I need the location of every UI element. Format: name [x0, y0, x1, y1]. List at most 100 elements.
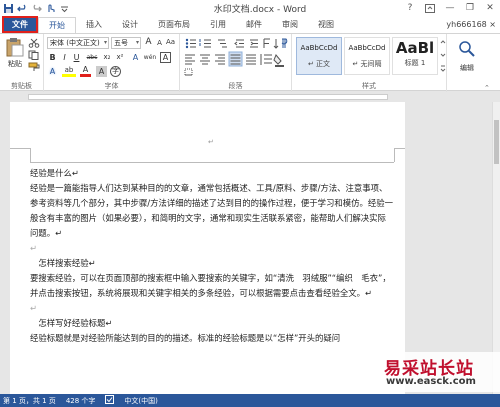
styles-group-label: 样式 [362, 82, 376, 90]
superscript-button[interactable]: x² [114, 52, 126, 63]
format-painter-icon[interactable] [28, 62, 40, 72]
doc-para-search: 要搜索经验，可以在页面顶部的搜索框中输入要搜索的关键字，如“清洗 羽绒服”“编织… [30, 273, 391, 298]
horizontal-ruler[interactable] [0, 92, 500, 102]
document-page[interactable]: ↵ 经验是什么↵ 经验是一篇能指导人们达到某种目的的文章，通常包括概述、工具/原… [10, 102, 405, 394]
paragraph-borders-icon[interactable] [184, 68, 193, 76]
ribbon-tabs: 文件 开始 插入 设计 页面布局 引用 邮件 审阅 视图 yh666168 × [0, 16, 500, 33]
tab-references[interactable]: 引用 [200, 17, 236, 33]
font-group: 宋体 (中文正文) ▾ 五号 ▾ A A Aa B I U abc x₂ x² A … [44, 34, 180, 92]
bullets-icon[interactable] [185, 38, 196, 49]
sort-icon[interactable] [273, 39, 279, 49]
style-no-spacing[interactable]: AaBbCcDd ↵ 无间隔 [344, 37, 390, 75]
shrink-font-button[interactable]: A [154, 38, 165, 49]
window-title: 水印文档.docx - Word [213, 4, 307, 15]
help-button[interactable]: ? [400, 0, 420, 16]
align-center-icon[interactable] [200, 54, 210, 65]
close-button[interactable]: ✕ [480, 0, 500, 16]
copy-icon[interactable] [28, 50, 40, 60]
underline-button[interactable]: U [71, 52, 82, 63]
tab-file[interactable]: 文件 [2, 16, 38, 33]
character-shading-button[interactable]: A [96, 66, 107, 77]
paragraph-tools [184, 38, 288, 76]
styles-scroll[interactable] [440, 38, 446, 74]
tab-design[interactable]: 设计 [112, 17, 148, 33]
increase-indent-icon[interactable] [250, 39, 258, 48]
show-marks-icon[interactable] [281, 38, 288, 48]
tab-mailings[interactable]: 邮件 [236, 17, 272, 33]
line-spacing-icon[interactable] [260, 54, 272, 65]
scrollbar-thumb[interactable] [494, 120, 499, 164]
clipboard-group: 粘贴 剪贴板 [0, 34, 44, 92]
watermark-url: www.easck.com [386, 376, 476, 387]
redo-icon[interactable] [31, 3, 42, 14]
user-account[interactable]: yh666168 × [446, 17, 500, 33]
chevron-down-icon: ▾ [103, 39, 107, 46]
strikethrough-button[interactable]: abc [85, 52, 99, 63]
customize-icon[interactable] [59, 3, 70, 14]
decrease-indent-icon[interactable] [234, 39, 244, 48]
italic-button[interactable]: I [59, 52, 70, 63]
style-heading-1[interactable]: AaBl 标题 1 [392, 37, 438, 75]
doc-para-title: 经验标题就是对经验所能达到的目的的描述。标准的经验标题是以“怎样”开头的疑问 [30, 333, 341, 343]
character-border-button[interactable]: A [160, 52, 171, 63]
doc-empty-line: ↵ [30, 303, 38, 313]
enclose-characters-button[interactable]: 字 [110, 66, 121, 77]
grow-font-button[interactable]: A [143, 37, 154, 48]
minimize-button[interactable]: — [440, 0, 460, 16]
page-count[interactable]: 第 1 页，共 1 页 [3, 396, 56, 406]
multilevel-list-icon[interactable] [218, 39, 227, 48]
site-watermark: 易采站长站 www.easck.com [378, 352, 500, 392]
find-icon [459, 41, 475, 57]
word-count[interactable]: 428 个字 [66, 396, 96, 406]
tab-home[interactable]: 开始 [38, 17, 76, 33]
clipboard-group-label: 剪贴板 [11, 82, 32, 90]
ribbon: 粘贴 剪贴板 宋体 (中文正文) ▾ 五号 ▾ A A Aa B I U abc x… [0, 33, 500, 92]
collapse-ribbon-icon[interactable]: ⌃ [484, 84, 490, 92]
clear-formatting-button[interactable]: A [130, 52, 141, 63]
paragraph-group-label: 段落 [228, 82, 243, 90]
doc-heading-search: 怎样搜索经验↵ [30, 258, 96, 268]
undo-icon[interactable] [17, 3, 28, 14]
doc-empty-line: ↵ [30, 243, 38, 253]
paste-button[interactable]: 粘贴 [4, 37, 26, 71]
touch-icon[interactable] [45, 3, 56, 14]
styles-group: AaBbCcDd ↵ 正文 AaBbCcDd ↵ 无间隔 AaBl 标题 1 样… [292, 34, 447, 92]
font-size-select[interactable]: 五号 ▾ [111, 37, 141, 49]
subscript-button[interactable]: x₂ [101, 52, 113, 63]
document-area[interactable]: ↵ 经验是什么↵ 经验是一篇能指导人们达到某种目的的文章，通常包括概述、工具/原… [0, 102, 492, 394]
font-family-select[interactable]: 宋体 (中文正文) ▾ [47, 37, 109, 49]
text-effects-button[interactable]: A [47, 66, 58, 77]
paragraph-shading-icon[interactable] [273, 54, 284, 67]
tab-page-layout[interactable]: 页面布局 [148, 17, 200, 33]
proofing-icon[interactable] [105, 395, 115, 406]
save-icon[interactable] [3, 3, 14, 14]
phonetic-guide-button[interactable]: wén [143, 52, 157, 63]
window-controls: ? — ❐ ✕ [390, 0, 500, 16]
chinese-layout-icon[interactable] [263, 38, 270, 48]
editing-button[interactable]: 编辑 [452, 40, 482, 80]
status-bar: 第 1 页，共 1 页 428 个字 中文(中国) [0, 394, 500, 407]
vertical-scrollbar[interactable] [492, 102, 500, 394]
tab-review[interactable]: 审阅 [272, 17, 308, 33]
doc-para-intro: 经验是一篇能指导人们达到某种目的的文章，通常包括概述、工具/原料、步骤/方法、注… [30, 183, 393, 238]
title-bar: 水印文档.docx - Word ? — ❐ ✕ [0, 0, 500, 16]
highlight-button[interactable]: ab [62, 66, 76, 77]
font-color-button[interactable]: A [80, 66, 91, 77]
bold-button[interactable]: B [47, 52, 58, 63]
cut-icon[interactable] [28, 38, 40, 48]
align-left-icon[interactable] [185, 54, 195, 65]
numbering-icon[interactable] [199, 39, 211, 48]
restore-button[interactable]: ❐ [460, 0, 480, 16]
distributed-icon[interactable] [246, 54, 256, 65]
tab-insert[interactable]: 插入 [76, 17, 112, 33]
paste-icon [6, 38, 24, 57]
align-right-icon[interactable] [215, 54, 225, 65]
style-normal[interactable]: AaBbCcDd ↵ 正文 [296, 37, 342, 75]
ribbon-display-icon[interactable] [420, 0, 440, 16]
tab-view[interactable]: 视图 [308, 17, 344, 33]
document-body[interactable]: 经验是什么↵ 经验是一篇能指导人们达到某种目的的文章，通常包括概述、工具/原料、… [30, 166, 394, 346]
change-case-button[interactable]: Aa [165, 37, 176, 48]
doc-heading-title: 怎样写好经验标题↵ [30, 318, 113, 328]
chevron-down-icon: ▾ [135, 39, 139, 46]
language[interactable]: 中文(中国) [124, 396, 157, 406]
